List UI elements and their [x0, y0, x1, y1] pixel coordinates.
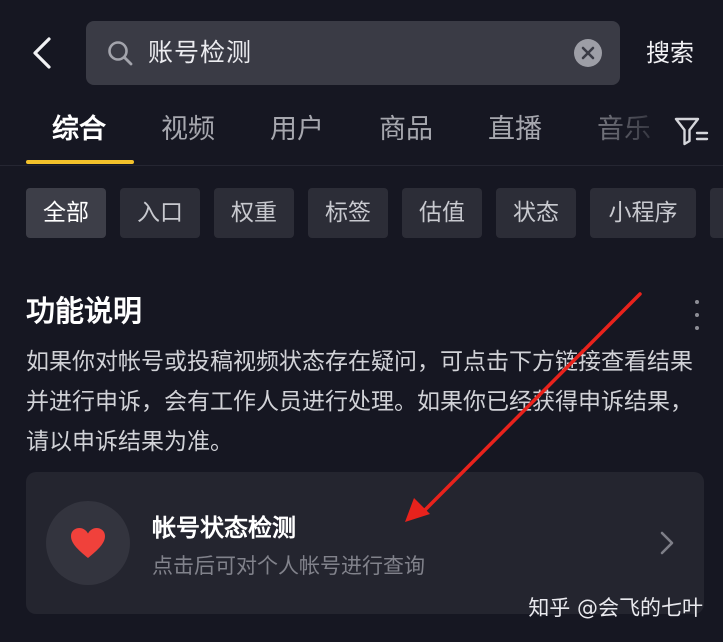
more-dot-icon	[695, 300, 699, 304]
filter-icon	[673, 114, 709, 148]
card-icon-circle	[46, 501, 130, 585]
back-button[interactable]	[22, 30, 62, 76]
chevron-right-icon	[658, 528, 676, 558]
active-tab-indicator	[26, 160, 134, 164]
more-dot-icon	[695, 313, 699, 317]
watermark: 知乎 @会飞的七叶	[528, 592, 703, 622]
chip-weight[interactable]: 权重	[214, 188, 294, 238]
tab-divider	[0, 165, 723, 166]
clear-search-button[interactable]	[574, 39, 602, 67]
tab-live[interactable]: 直播	[488, 108, 542, 152]
more-dot-icon	[695, 326, 699, 330]
chip-entry[interactable]: 入口	[120, 188, 200, 238]
search-box[interactable]: 账号检测	[86, 21, 620, 85]
chevron-left-icon	[31, 36, 53, 70]
card-subtitle: 点击后可对个人帐号进行查询	[152, 550, 425, 580]
heart-icon	[69, 526, 107, 560]
search-input[interactable]: 账号检测	[148, 21, 252, 85]
tab-users[interactable]: 用户	[270, 108, 324, 152]
tab-products[interactable]: 商品	[379, 108, 433, 152]
chip-mini-program[interactable]: 小程序	[590, 188, 696, 238]
more-options-button[interactable]	[688, 300, 706, 330]
tab-bar: 综合 视频 用户 商品 直播 音乐	[0, 100, 723, 162]
chip-valuation[interactable]: 估值	[402, 188, 482, 238]
chip-all[interactable]: 全部	[26, 188, 106, 238]
chip-overflow[interactable]	[710, 188, 723, 238]
tab-general[interactable]: 综合	[52, 108, 106, 152]
search-button[interactable]: 搜索	[646, 30, 694, 76]
filter-button[interactable]	[673, 114, 709, 148]
chip-status[interactable]: 状态	[496, 188, 576, 238]
search-icon	[106, 39, 134, 67]
tab-music[interactable]: 音乐	[597, 108, 651, 152]
tab-video[interactable]: 视频	[161, 108, 215, 152]
section-description: 如果你对帐号或投稿视频状态存在疑问，可点击下方链接查看结果并进行申诉，会有工作人…	[26, 342, 702, 462]
chip-tags[interactable]: 标签	[308, 188, 388, 238]
card-title: 帐号状态检测	[152, 508, 296, 543]
clear-icon	[581, 46, 595, 60]
section-title: 功能说明	[26, 288, 142, 330]
